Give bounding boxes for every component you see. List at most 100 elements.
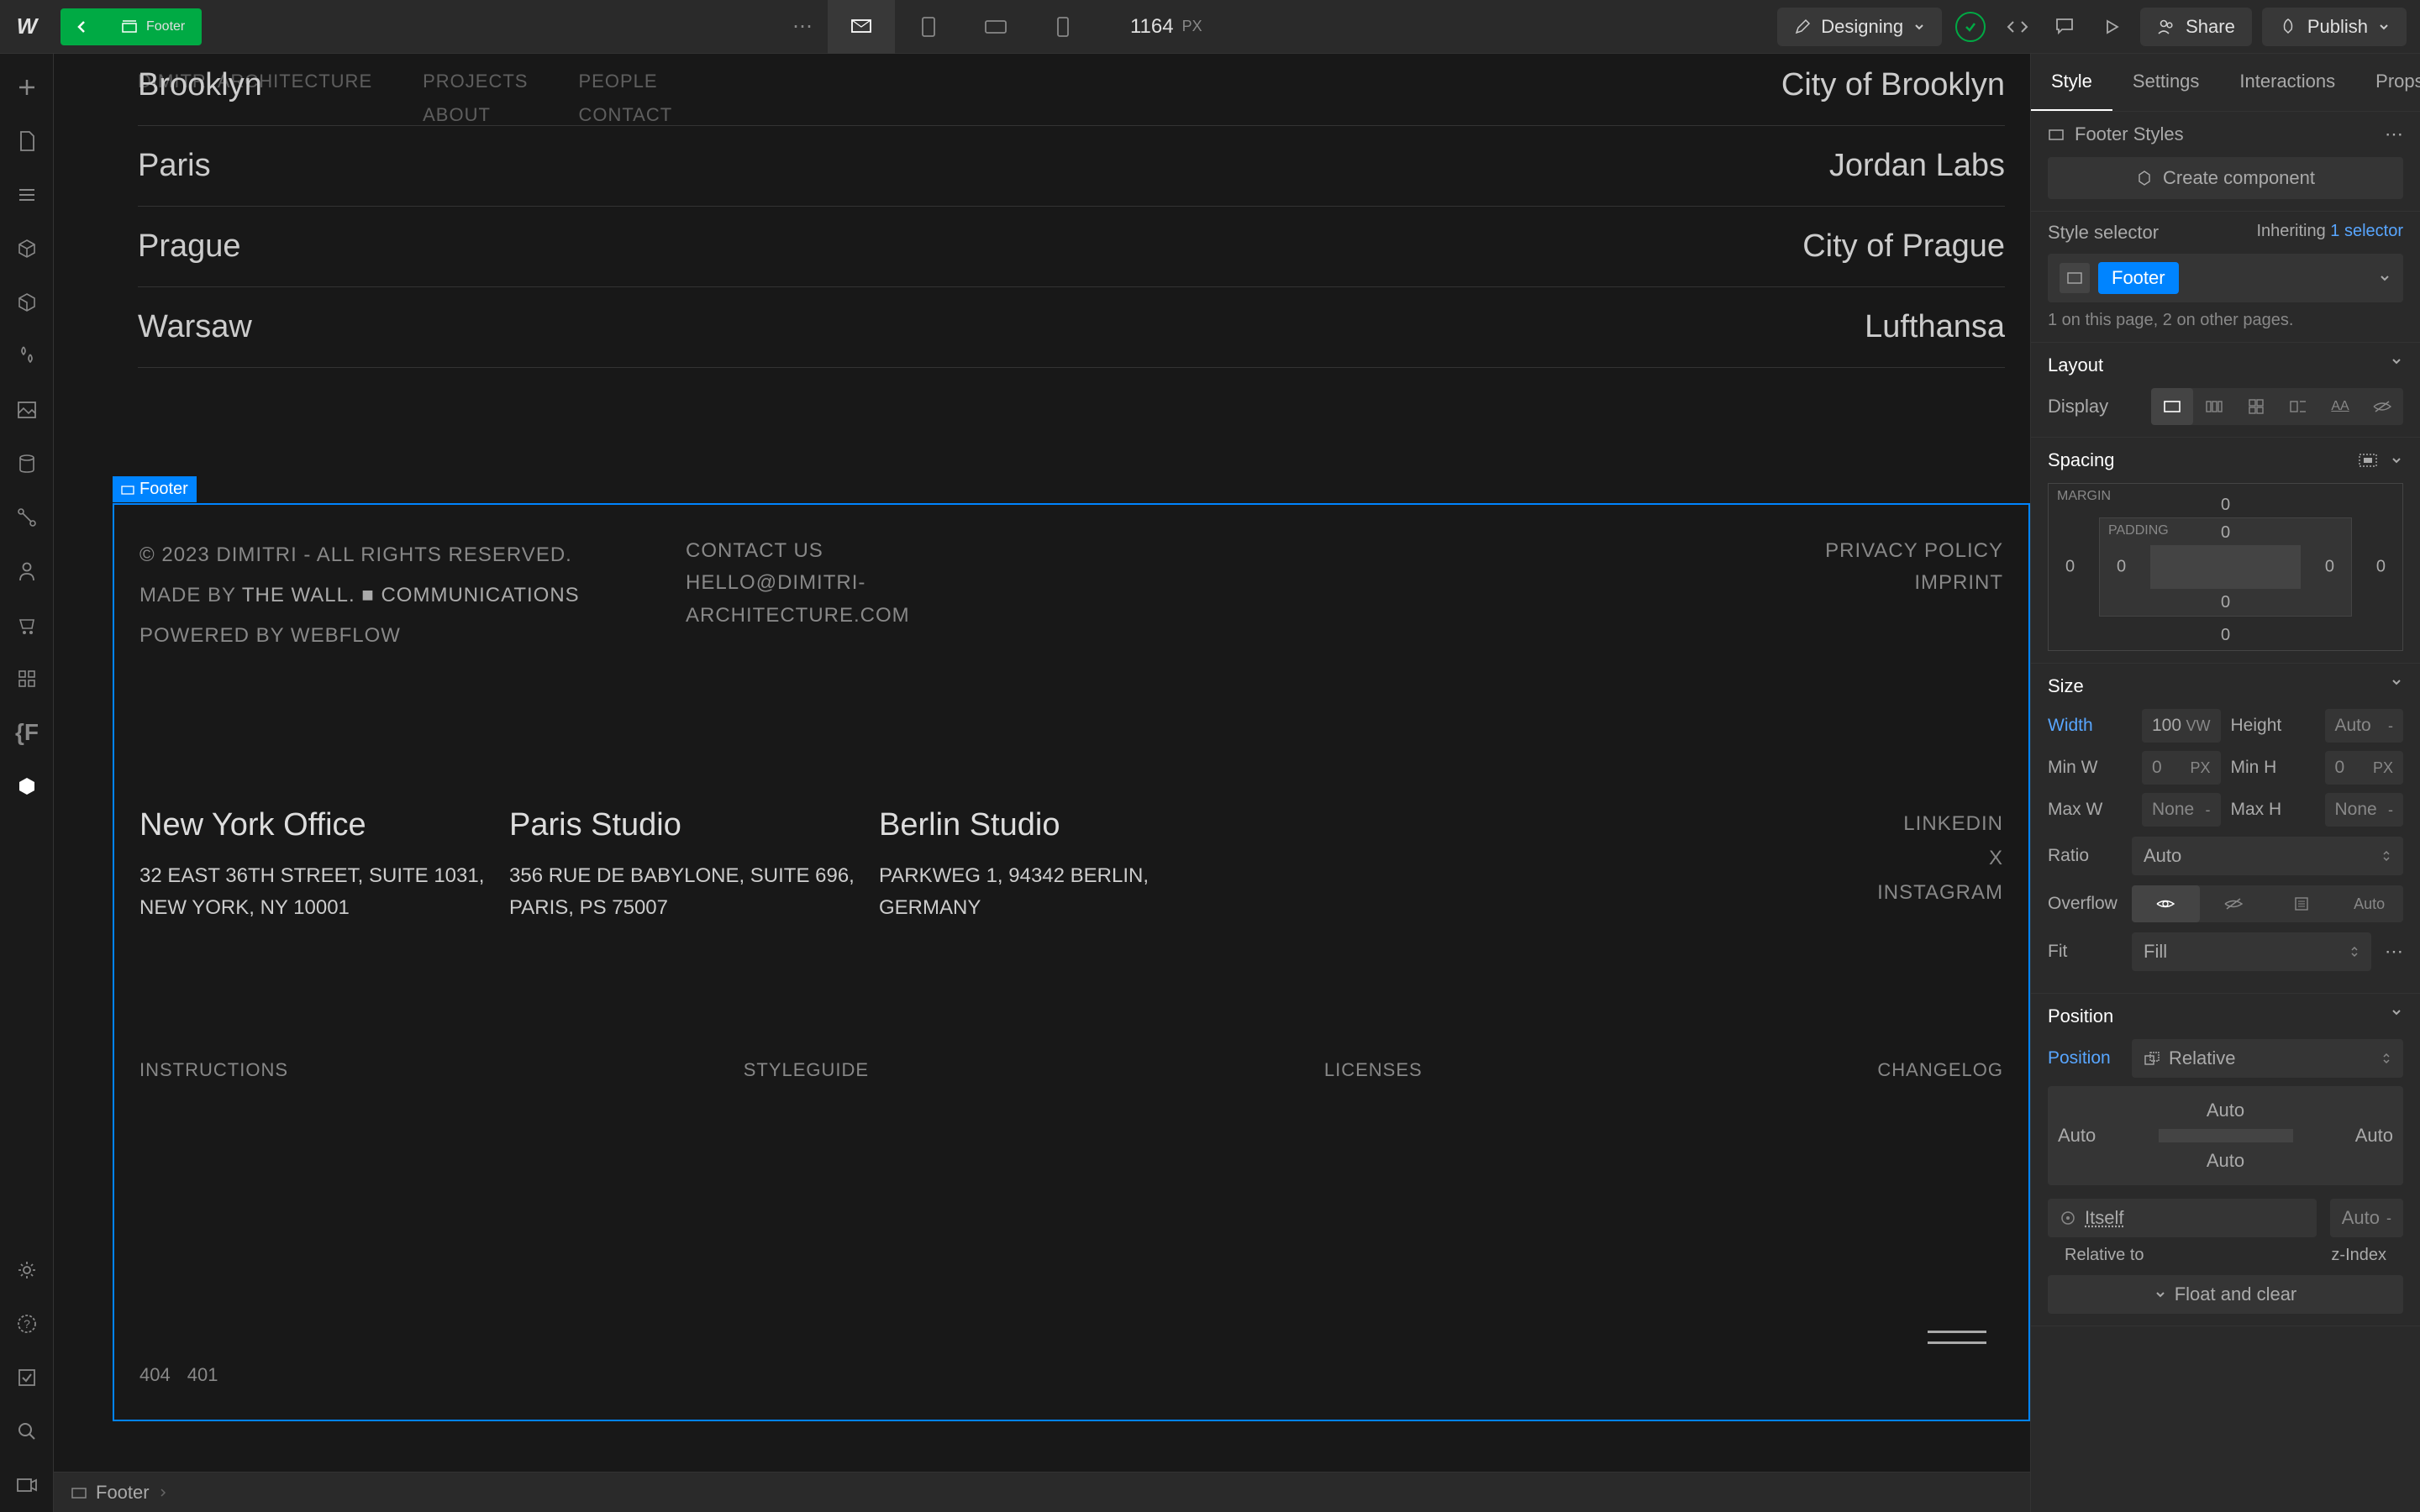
cms[interactable] <box>0 437 54 491</box>
variables[interactable] <box>0 276 54 329</box>
maxh-input[interactable]: None- <box>2325 793 2404 827</box>
footer-element[interactable]: Footer © 2023 DIMITRI - ALL RIGHTS RESER… <box>113 503 2030 1421</box>
minw-input[interactable]: 0PX <box>2142 751 2221 785</box>
tab-props[interactable]: Props <box>2355 54 2420 111</box>
video[interactable] <box>0 1458 54 1512</box>
components[interactable] <box>0 222 54 276</box>
users[interactable] <box>0 544 54 598</box>
chevron-down-icon[interactable] <box>2390 454 2403 467</box>
display-inline[interactable]: AA <box>2319 388 2361 425</box>
display-block[interactable] <box>2151 388 2193 425</box>
search[interactable] <box>0 1404 54 1458</box>
chevron-down-icon[interactable] <box>2390 1005 2403 1019</box>
margin-top-val[interactable]: 0 <box>2221 496 2230 515</box>
float-clear-toggle[interactable]: Float and clear <box>2048 1275 2403 1314</box>
selector-tag[interactable]: Footer <box>2098 262 2179 294</box>
chevron-down-icon[interactable] <box>2378 271 2391 285</box>
width-input[interactable]: 100VW <box>2142 709 2221 743</box>
overflow-visible[interactable] <box>2132 885 2200 922</box>
fit-label: Fit <box>2048 942 2118 962</box>
ratio-select[interactable]: Auto <box>2132 837 2403 875</box>
device-tablet[interactable] <box>895 0 962 54</box>
offset-bottom[interactable]: Auto <box>2058 1147 2393 1175</box>
logic[interactable] <box>0 491 54 544</box>
display-none[interactable] <box>2361 388 2403 425</box>
pages[interactable] <box>0 114 54 168</box>
database-icon <box>17 453 37 475</box>
display-inline-block[interactable] <box>2277 388 2319 425</box>
tab-settings[interactable]: Settings <box>2112 54 2220 111</box>
mode-dropdown[interactable]: Designing <box>1777 8 1942 46</box>
element-badge[interactable]: Footer <box>104 8 202 45</box>
overflow-auto[interactable]: Auto <box>2335 885 2403 922</box>
display-grid[interactable] <box>2235 388 2277 425</box>
device-desktop[interactable] <box>828 0 895 54</box>
webflow-logo[interactable]: W <box>0 0 54 54</box>
navigator[interactable] <box>0 168 54 222</box>
tab-style[interactable]: Style <box>2031 54 2112 111</box>
zindex-label: z-Index <box>2331 1246 2386 1265</box>
share-button[interactable]: Share <box>2140 8 2252 46</box>
canvas-width-value: 1164 <box>1130 15 1174 39</box>
spacing-preset-icon[interactable] <box>2358 453 2378 468</box>
code-button[interactable] <box>1999 8 2036 45</box>
fit-select[interactable]: Fill <box>2132 932 2371 971</box>
selector-state-icon[interactable] <box>2060 263 2090 293</box>
publish-button[interactable]: Publish <box>2262 8 2407 46</box>
inheriting-note[interactable]: Inheriting 1 selector <box>2256 222 2403 244</box>
selection-tag[interactable]: Footer <box>113 476 197 502</box>
device-mobile[interactable] <box>1029 0 1097 54</box>
display-flex[interactable] <box>2193 388 2235 425</box>
audit[interactable] <box>0 1351 54 1404</box>
padding-left-val[interactable]: 0 <box>2117 558 2126 577</box>
create-component-button[interactable]: Create component <box>2048 157 2403 199</box>
fit-more[interactable]: ⋯ <box>2385 941 2403 963</box>
city-name: Warsaw <box>138 309 252 345</box>
preview-button[interactable] <box>2093 8 2130 45</box>
apps[interactable] <box>0 652 54 706</box>
styles[interactable] <box>0 329 54 383</box>
padding-top-val[interactable]: 0 <box>2221 523 2230 543</box>
relative-to-select[interactable]: Itself <box>2048 1199 2317 1237</box>
finsweet[interactable]: {F <box>0 706 54 759</box>
chevron-down-icon <box>2154 1289 2166 1300</box>
back-button[interactable] <box>60 8 104 45</box>
margin-left-val[interactable]: 0 <box>2065 558 2075 577</box>
margin-bottom-val[interactable]: 0 <box>2221 626 2230 645</box>
chevron-down-icon[interactable] <box>2390 354 2403 368</box>
position-offsets[interactable]: Auto Auto Auto Auto <box>2048 1086 2403 1185</box>
offset-left[interactable]: Auto <box>2058 1125 2096 1147</box>
more-menu[interactable]: ⋯ <box>777 14 828 39</box>
office-title: New York Office <box>139 807 509 843</box>
chevron-down-icon[interactable] <box>2390 675 2403 689</box>
add-elements[interactable] <box>0 60 54 114</box>
canvas-width[interactable]: 1164 PX <box>1130 15 1202 39</box>
box-model[interactable]: MARGIN 0 0 0 0 PADDING 0 0 0 0 <box>2048 483 2403 651</box>
comment-button[interactable] <box>2046 8 2083 45</box>
minh-input[interactable]: 0PX <box>2325 751 2404 785</box>
position-select[interactable]: Relative <box>2132 1039 2403 1078</box>
height-input[interactable]: Auto- <box>2325 709 2404 743</box>
maxw-input[interactable]: None- <box>2142 793 2221 827</box>
zindex-input[interactable]: Auto - <box>2330 1199 2403 1237</box>
selector-input[interactable]: Footer <box>2048 254 2403 302</box>
offset-top[interactable]: Auto <box>2058 1096 2393 1125</box>
overflow-hidden[interactable] <box>2200 885 2268 922</box>
device-tablet-landscape[interactable] <box>962 0 1029 54</box>
app-active[interactable] <box>0 759 54 813</box>
help[interactable]: ? <box>0 1297 54 1351</box>
overflow-scroll[interactable] <box>2268 885 2336 922</box>
settings[interactable] <box>0 1243 54 1297</box>
margin-right-val[interactable]: 0 <box>2376 558 2386 577</box>
hamburger-menu[interactable] <box>1928 1331 1986 1344</box>
padding-bottom-val[interactable]: 0 <box>2221 593 2230 612</box>
more-icon[interactable]: ⋯ <box>2385 123 2403 145</box>
breadcrumb-item[interactable]: Footer <box>96 1482 150 1504</box>
tab-interactions[interactable]: Interactions <box>2219 54 2355 111</box>
padding-right-val[interactable]: 0 <box>2325 558 2334 577</box>
assets[interactable] <box>0 383 54 437</box>
minw-label: Min W <box>2048 758 2132 778</box>
status-check[interactable] <box>1952 8 1989 45</box>
offset-right[interactable]: Auto <box>2355 1125 2393 1147</box>
ecommerce[interactable] <box>0 598 54 652</box>
